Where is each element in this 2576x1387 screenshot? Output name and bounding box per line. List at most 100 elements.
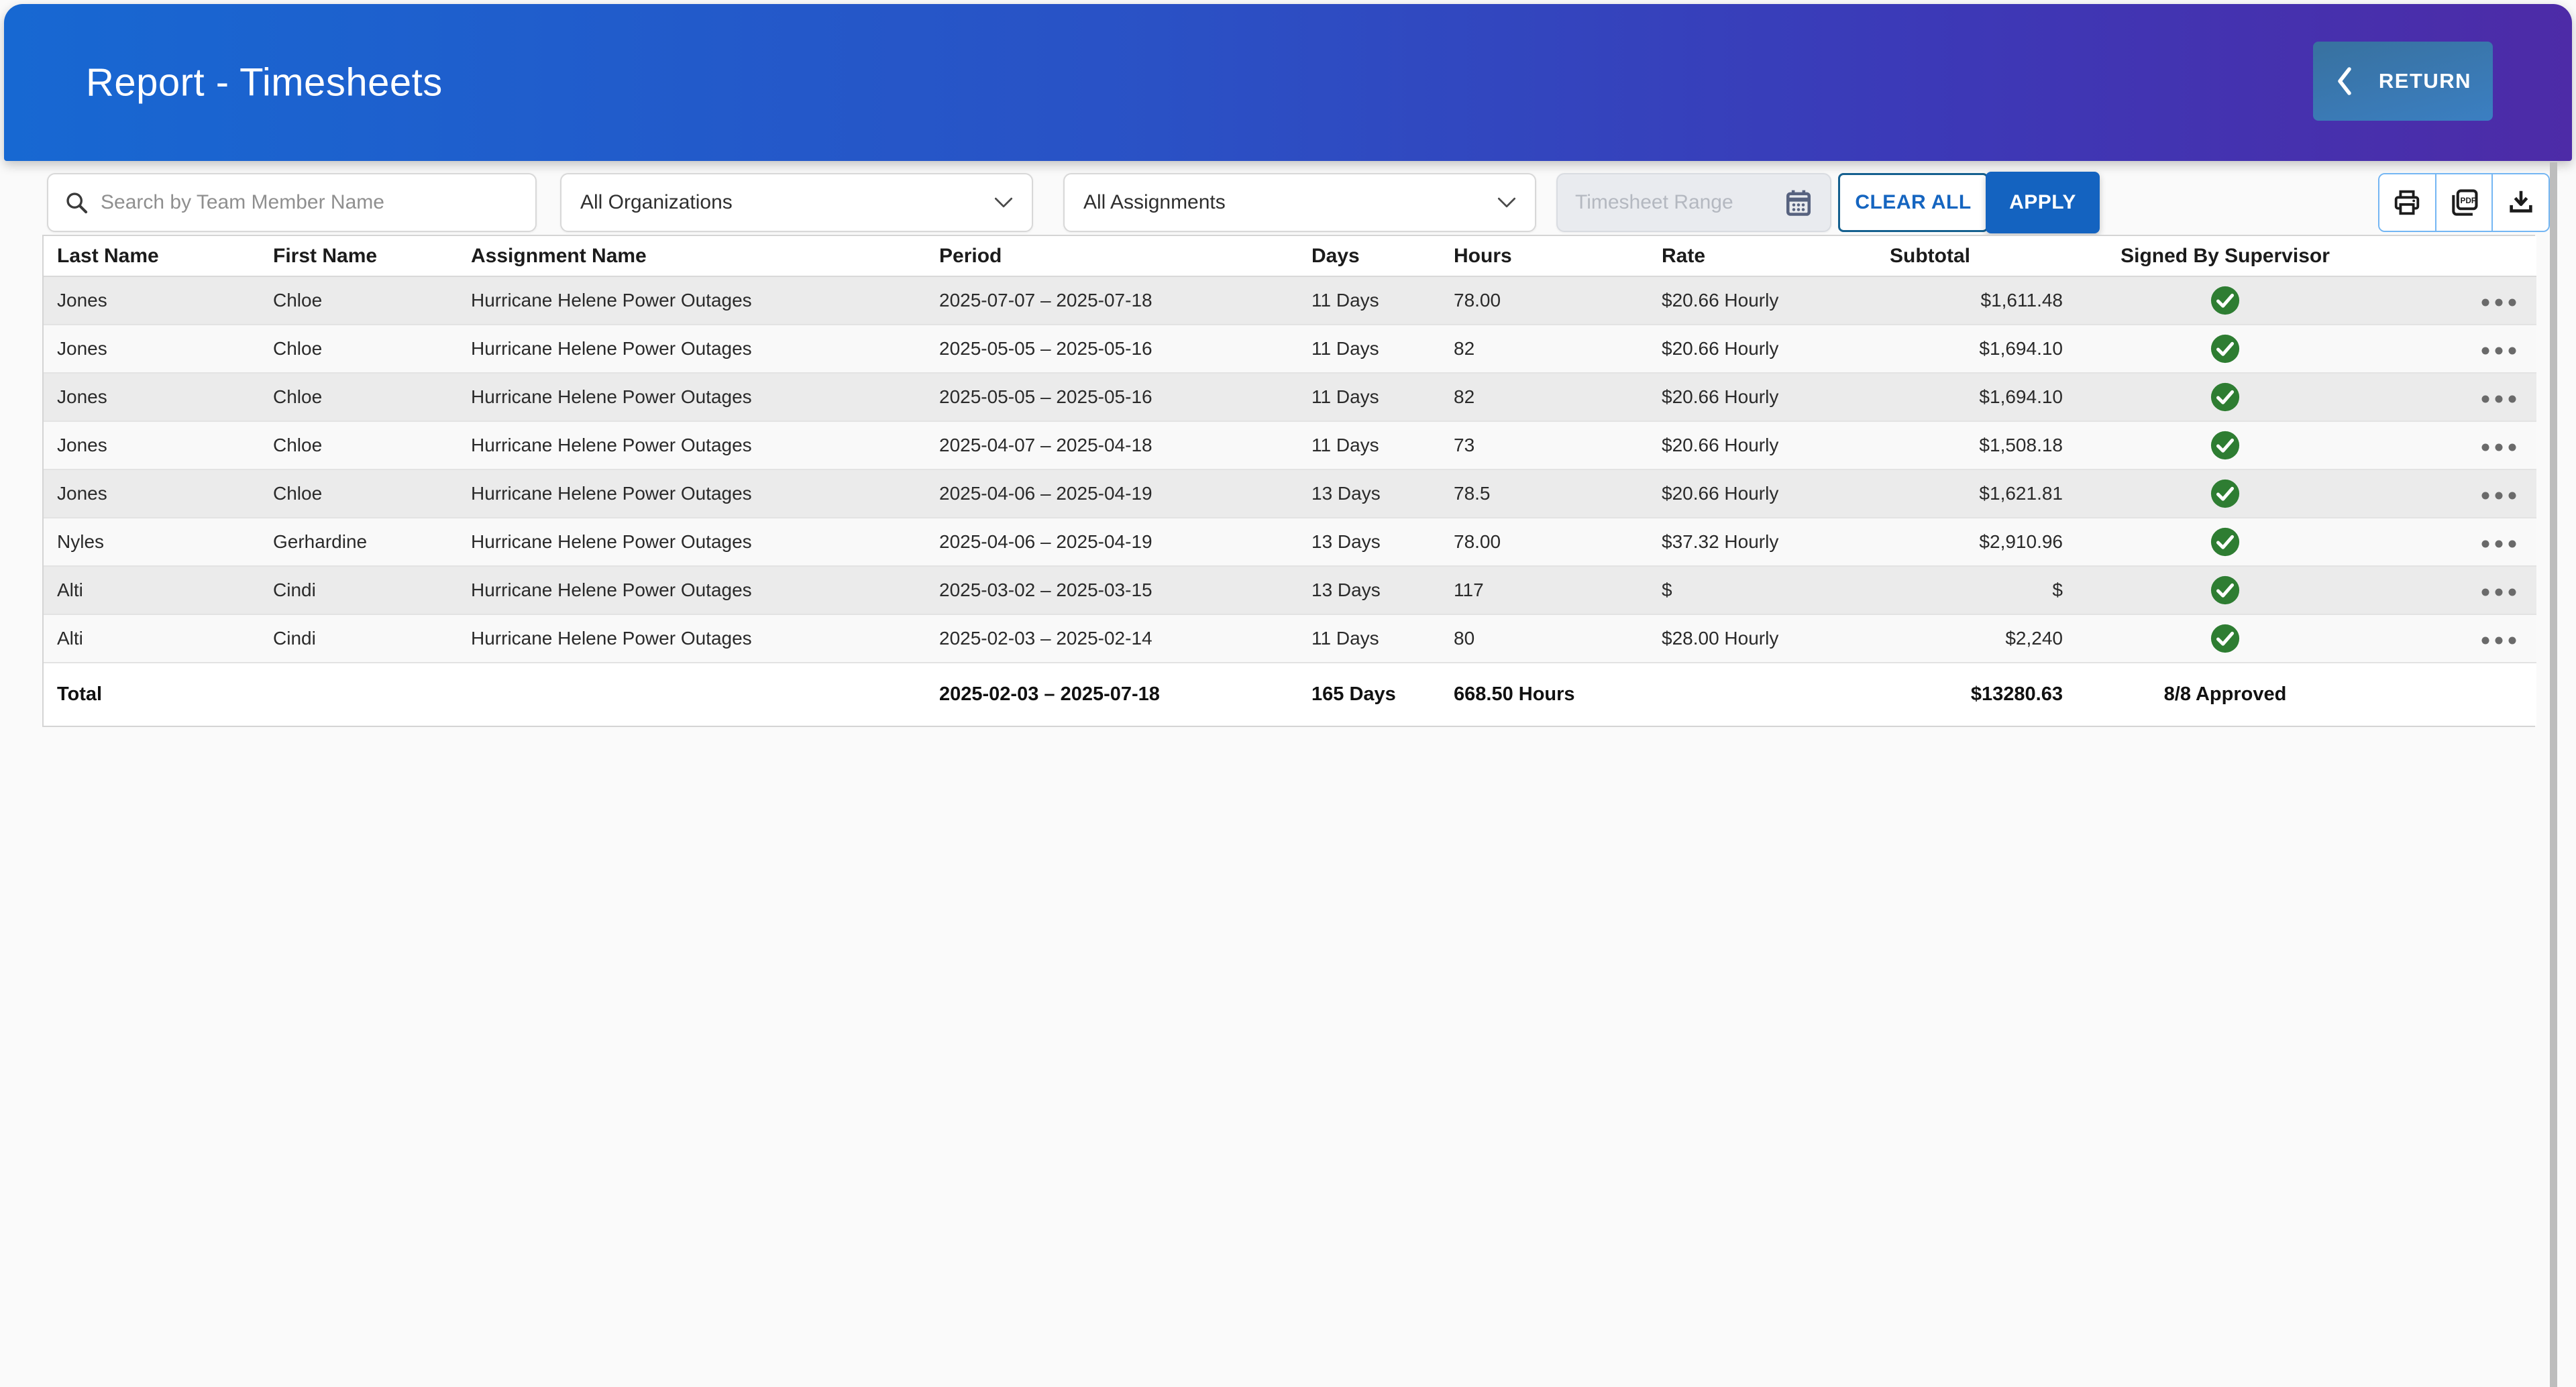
days-cell: 11 Days: [1298, 276, 1440, 325]
row-actions-cell: [2373, 276, 2536, 325]
period-cell: 2025-05-05 – 2025-05-16: [926, 325, 1298, 373]
assignments-select[interactable]: All Assignments: [1063, 173, 1536, 232]
download-icon: [2506, 187, 2536, 218]
organizations-select-value: All Organizations: [580, 191, 733, 214]
row-actions-button[interactable]: [2481, 298, 2516, 307]
total-approved: 8/8 Approved: [2078, 663, 2373, 726]
apply-button[interactable]: APPLY: [1986, 172, 2100, 233]
print-icon: [2392, 187, 2422, 218]
row-actions-cell: [2373, 373, 2536, 421]
print-button[interactable]: [2379, 174, 2435, 231]
timesheets-table-container: Last Name First Name Assignment Name Per…: [42, 235, 2535, 727]
days-cell: 11 Days: [1298, 373, 1440, 421]
first-name-cell: Chloe: [260, 325, 458, 373]
chevron-down-icon: [994, 197, 1013, 209]
col-days: Days: [1298, 236, 1440, 276]
days-cell: 11 Days: [1298, 325, 1440, 373]
col-subtotal: Subtotal: [1876, 236, 2078, 276]
page-title: Report - Timesheets: [86, 60, 443, 105]
export-pdf-icon: PDF: [2448, 187, 2480, 218]
organizations-select[interactable]: All Organizations: [560, 173, 1033, 232]
row-actions-button[interactable]: [2481, 636, 2516, 645]
subtotal-cell: $: [1876, 566, 2078, 614]
rate-cell: $20.66 Hourly: [1648, 421, 1876, 469]
row-actions-button[interactable]: [2481, 347, 2516, 355]
subtotal-cell: $1,611.48: [1876, 276, 2078, 325]
first-name-cell: Chloe: [260, 469, 458, 518]
hours-cell: 80: [1440, 614, 1648, 663]
col-first-name: First Name: [260, 236, 458, 276]
calendar-icon: [1784, 188, 1813, 217]
timesheet-table-body: Jones Chloe Hurricane Helene Power Outag…: [44, 276, 2536, 663]
col-signed-by-supervisor: Signed By Supervisor: [2078, 236, 2373, 276]
row-actions-button[interactable]: [2481, 588, 2516, 596]
timesheet-row: Jones Chloe Hurricane Helene Power Outag…: [44, 276, 2536, 325]
total-label: Total: [44, 663, 260, 726]
first-name-cell: Cindi: [260, 614, 458, 663]
row-actions-button[interactable]: [2481, 443, 2516, 451]
vertical-scrollbar[interactable]: [2550, 162, 2557, 1387]
last-name-cell: Alti: [44, 566, 260, 614]
row-actions-button[interactable]: [2481, 492, 2516, 500]
assignment-cell: Hurricane Helene Power Outages: [458, 469, 926, 518]
timesheet-row: Alti Cindi Hurricane Helene Power Outage…: [44, 614, 2536, 663]
last-name-cell: Nyles: [44, 518, 260, 566]
search-icon: [64, 190, 89, 215]
row-actions-button[interactable]: [2481, 540, 2516, 548]
subtotal-cell: $1,621.81: [1876, 469, 2078, 518]
clear-all-button[interactable]: CLEAR ALL: [1838, 173, 1988, 232]
last-name-cell: Jones: [44, 373, 260, 421]
days-cell: 13 Days: [1298, 566, 1440, 614]
row-actions-button[interactable]: [2481, 395, 2516, 403]
return-button-label: RETURN: [2379, 69, 2471, 93]
signed-cell: [2078, 566, 2373, 614]
last-name-cell: Jones: [44, 469, 260, 518]
first-name-cell: Chloe: [260, 276, 458, 325]
total-days: 165 Days: [1298, 663, 1440, 726]
assignments-select-value: All Assignments: [1083, 191, 1226, 214]
export-pdf-button[interactable]: PDF: [2435, 174, 2492, 231]
first-name-cell: Gerhardine: [260, 518, 458, 566]
subtotal-cell: $1,694.10: [1876, 373, 2078, 421]
app-header: Report - Timesheets RETURN: [4, 4, 2572, 161]
row-actions-cell: [2373, 614, 2536, 663]
hours-cell: 117: [1440, 566, 1648, 614]
signed-cell: [2078, 325, 2373, 373]
rate-cell: $20.66 Hourly: [1648, 325, 1876, 373]
rate-cell: $: [1648, 566, 1876, 614]
hours-cell: 73: [1440, 421, 1648, 469]
download-button[interactable]: [2491, 174, 2548, 231]
assignment-cell: Hurricane Helene Power Outages: [458, 276, 926, 325]
timesheet-range-input[interactable]: [1575, 191, 1763, 214]
signed-cell: [2078, 469, 2373, 518]
hours-cell: 82: [1440, 373, 1648, 421]
search-box[interactable]: [47, 173, 537, 232]
total-hours: 668.50 Hours: [1440, 663, 1648, 726]
total-period: 2025-02-03 – 2025-07-18: [926, 663, 1298, 726]
search-input[interactable]: [101, 191, 519, 214]
timesheet-range-field[interactable]: [1556, 173, 1831, 232]
days-cell: 13 Days: [1298, 518, 1440, 566]
hours-cell: 82: [1440, 325, 1648, 373]
subtotal-cell: $2,240: [1876, 614, 2078, 663]
approved-check-icon: [2210, 333, 2241, 364]
timesheet-row: Jones Chloe Hurricane Helene Power Outag…: [44, 325, 2536, 373]
period-cell: 2025-03-02 – 2025-03-15: [926, 566, 1298, 614]
timesheet-row: Nyles Gerhardine Hurricane Helene Power …: [44, 518, 2536, 566]
total-subtotal: $13280.63: [1876, 663, 2078, 726]
export-toolbar: PDF: [2378, 173, 2550, 232]
period-cell: 2025-02-03 – 2025-02-14: [926, 614, 1298, 663]
days-cell: 11 Days: [1298, 421, 1440, 469]
first-name-cell: Cindi: [260, 566, 458, 614]
timesheet-row: Jones Chloe Hurricane Helene Power Outag…: [44, 421, 2536, 469]
first-name-cell: Chloe: [260, 373, 458, 421]
subtotal-cell: $1,508.18: [1876, 421, 2078, 469]
period-cell: 2025-04-06 – 2025-04-19: [926, 518, 1298, 566]
assignment-cell: Hurricane Helene Power Outages: [458, 566, 926, 614]
return-button[interactable]: RETURN: [2313, 42, 2493, 121]
last-name-cell: Alti: [44, 614, 260, 663]
row-actions-cell: [2373, 325, 2536, 373]
col-rate: Rate: [1648, 236, 1876, 276]
col-actions: [2373, 236, 2536, 276]
rate-cell: $28.00 Hourly: [1648, 614, 1876, 663]
